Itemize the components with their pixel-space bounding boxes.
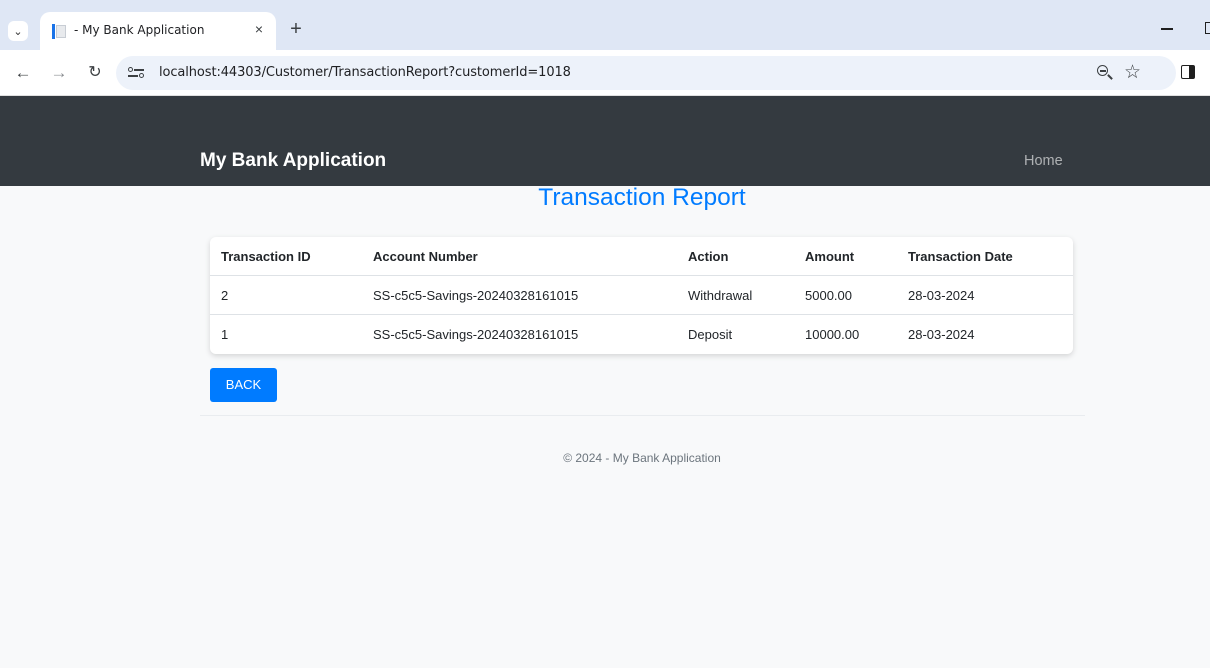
column-header-amount: Amount [805,249,855,264]
cell-amount: 10000.00 [805,327,860,342]
transactions-table: Transaction ID Account Number Action Amo… [210,237,1073,354]
bookmark-star-icon[interactable]: ☆ [1124,61,1141,84]
page-title: Transaction Report [538,184,746,211]
maximize-window-icon[interactable] [1205,22,1210,34]
url-text[interactable]: localhost:44303/Customer/TransactionRepo… [159,65,571,80]
back-arrow-icon[interactable]: ← [12,62,34,84]
cell-transaction-id: 1 [221,327,229,342]
cell-amount: 5000.00 [805,288,852,303]
site-info-icon[interactable] [128,64,146,82]
tab-close-icon[interactable]: × [250,20,268,38]
footer-divider [200,415,1085,416]
address-bar[interactable]: localhost:44303/Customer/TransactionRepo… [116,56,1176,90]
cell-transaction-date: 28-03-2024 [908,288,975,303]
table-row: 2 SS-c5c5-Savings-20240328161015 Withdra… [210,276,1073,315]
table-header-row: Transaction ID Account Number Action Amo… [210,237,1073,276]
reload-icon[interactable]: ↻ [84,62,106,84]
back-button[interactable]: BACK [210,368,277,402]
new-tab-icon[interactable]: + [286,19,306,40]
column-header-action: Action [688,249,729,264]
cell-action: Withdrawal [688,288,753,303]
nav-home-link[interactable]: Home [1024,153,1063,169]
browser-toolbar: ← → ↻ localhost:44303/Customer/Transacti… [0,50,1210,96]
minimize-window-icon[interactable] [1160,20,1176,36]
side-panel-icon[interactable] [1181,65,1195,79]
column-header-transaction-id: Transaction ID [221,249,311,264]
tab-title: - My Bank Application [74,23,205,37]
footer-copyright: © 2024 - My Bank Application [563,451,721,465]
tab-search-chevron-icon[interactable]: ⌄ [8,21,28,41]
page-favicon-icon [52,24,66,39]
forward-arrow-icon[interactable]: → [48,62,70,84]
zoom-icon[interactable] [1096,64,1114,82]
column-header-transaction-date: Transaction Date [908,249,1013,264]
site-navbar: My Bank Application Home [0,96,1210,186]
cell-transaction-date: 28-03-2024 [908,327,975,342]
column-header-account-number: Account Number [373,249,478,264]
browser-tab[interactable]: - My Bank Application × [40,12,276,50]
page-viewport: My Bank Application Home Transaction Rep… [0,96,1210,668]
cell-account-number: SS-c5c5-Savings-20240328161015 [373,288,579,303]
cell-action: Deposit [688,327,733,342]
cell-transaction-id: 2 [221,288,229,303]
table-row: 1 SS-c5c5-Savings-20240328161015 Deposit… [210,315,1073,354]
cell-account-number: SS-c5c5-Savings-20240328161015 [373,327,579,342]
browser-tab-strip: ⌄ - My Bank Application × + [0,0,1210,50]
brand-link[interactable]: My Bank Application [200,150,386,172]
